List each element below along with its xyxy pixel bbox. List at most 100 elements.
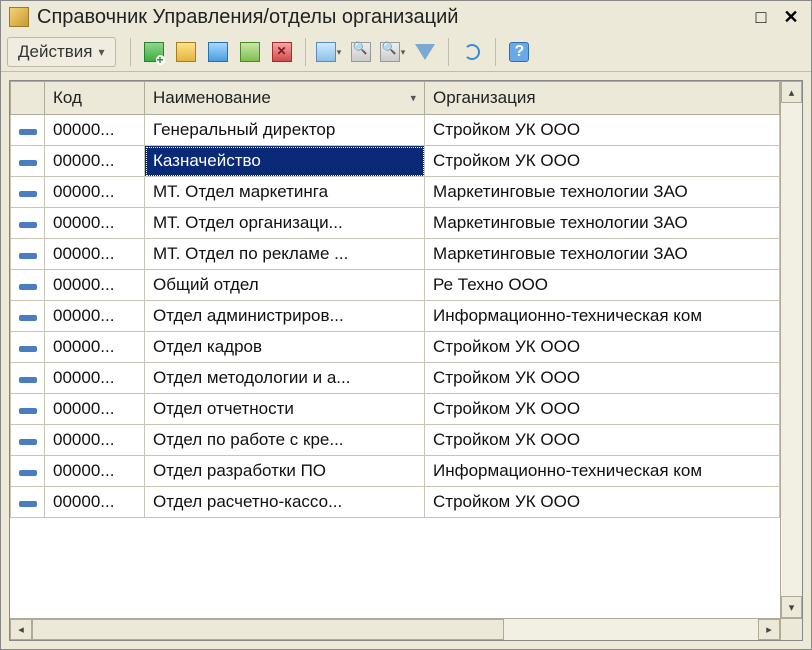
refresh-button[interactable]	[457, 37, 487, 67]
table-row[interactable]: 00000...Отдел расчетно-кассо...Стройком …	[11, 487, 780, 518]
row-icon-cell	[11, 177, 45, 208]
table-header-row: Код Наименование▾ Организация	[11, 82, 780, 115]
cell-code[interactable]: 00000...	[45, 363, 145, 394]
delete-button[interactable]	[267, 37, 297, 67]
help-button[interactable]	[504, 37, 534, 67]
cell-name[interactable]: Отдел расчетно-кассо...	[145, 487, 425, 518]
table-row[interactable]: 00000...Отдел отчетностиСтройком УК ООО	[11, 394, 780, 425]
table-row[interactable]: 00000...Отдел кадровСтройком УК ООО	[11, 332, 780, 363]
scroll-corner	[780, 619, 802, 640]
cell-org[interactable]: Маркетинговые технологии ЗАО	[425, 239, 780, 270]
scroll-down-button[interactable]: ▾	[781, 596, 802, 618]
cell-org[interactable]: Стройком УК ООО	[425, 115, 780, 146]
go-button[interactable]: ▾	[378, 37, 408, 67]
cell-org[interactable]: Информационно-техническая ком	[425, 456, 780, 487]
scroll-right-button[interactable]: ▸	[758, 619, 780, 640]
refresh-icon	[464, 44, 480, 60]
cell-code[interactable]: 00000...	[45, 208, 145, 239]
actions-menu-button[interactable]: Действия ▾	[7, 37, 116, 67]
item-icon	[19, 501, 37, 507]
cell-code[interactable]: 00000...	[45, 456, 145, 487]
data-grid: Код Наименование▾ Организация 00000...Ге…	[9, 80, 803, 641]
table-row[interactable]: 00000...КазначействоСтройком УК ООО	[11, 146, 780, 177]
scroll-track[interactable]	[32, 619, 758, 640]
table-row[interactable]: 00000...Общий отделРе Техно ООО	[11, 270, 780, 301]
hierarchy-button[interactable]: ▾	[314, 37, 344, 67]
table-row[interactable]: 00000...Генеральный директорСтройком УК …	[11, 115, 780, 146]
header-org[interactable]: Организация	[425, 82, 780, 115]
cell-org[interactable]: Маркетинговые технологии ЗАО	[425, 177, 780, 208]
item-icon	[19, 222, 37, 228]
table: Код Наименование▾ Организация 00000...Ге…	[10, 81, 780, 518]
cell-org[interactable]: Стройком УК ООО	[425, 487, 780, 518]
add-icon	[144, 42, 164, 62]
cell-name[interactable]: Генеральный директор	[145, 115, 425, 146]
header-name[interactable]: Наименование▾	[145, 82, 425, 115]
separator	[130, 38, 131, 66]
table-row[interactable]: 00000...МТ. Отдел организаци...Маркетинг…	[11, 208, 780, 239]
edit-button[interactable]	[235, 37, 265, 67]
header-name-label: Наименование	[153, 88, 271, 107]
horizontal-scrollbar[interactable]: ◂ ▸	[10, 618, 802, 640]
table-row[interactable]: 00000...Отдел методологии и а...Стройком…	[11, 363, 780, 394]
table-row[interactable]: 00000...МТ. Отдел маркетингаМаркетинговы…	[11, 177, 780, 208]
cell-org[interactable]: Стройком УК ООО	[425, 146, 780, 177]
cell-name[interactable]: Отдел разработки ПО	[145, 456, 425, 487]
cell-name[interactable]: Отдел отчетности	[145, 394, 425, 425]
table-row[interactable]: 00000...МТ. Отдел по рекламе ...Маркетин…	[11, 239, 780, 270]
cell-org[interactable]: Стройком УК ООО	[425, 332, 780, 363]
maximize-button[interactable]: □	[749, 5, 773, 29]
cell-name[interactable]: Отдел кадров	[145, 332, 425, 363]
cell-code[interactable]: 00000...	[45, 177, 145, 208]
app-icon	[9, 7, 29, 27]
tree-icon	[316, 42, 336, 62]
actions-label: Действия	[18, 42, 92, 62]
table-row[interactable]: 00000...Отдел разработки ПОИнформационно…	[11, 456, 780, 487]
cell-code[interactable]: 00000...	[45, 332, 145, 363]
cell-org[interactable]: Маркетинговые технологии ЗАО	[425, 208, 780, 239]
cell-code[interactable]: 00000...	[45, 301, 145, 332]
cell-code[interactable]: 00000...	[45, 270, 145, 301]
cell-name[interactable]: Отдел по работе с кре...	[145, 425, 425, 456]
toolbar: Действия ▾ ▾ ▾	[1, 33, 811, 72]
add-group-button[interactable]	[171, 37, 201, 67]
chevron-down-icon: ▾	[337, 47, 342, 58]
cell-code[interactable]: 00000...	[45, 115, 145, 146]
cell-org[interactable]: Информационно-техническая ком	[425, 301, 780, 332]
cell-code[interactable]: 00000...	[45, 425, 145, 456]
cell-name[interactable]: МТ. Отдел организаци...	[145, 208, 425, 239]
row-icon-cell	[11, 208, 45, 239]
header-icon[interactable]	[11, 82, 45, 115]
cell-org[interactable]: Стройком УК ООО	[425, 363, 780, 394]
cell-org[interactable]: Ре Техно ООО	[425, 270, 780, 301]
scroll-track[interactable]	[781, 103, 802, 596]
cell-code[interactable]: 00000...	[45, 394, 145, 425]
cell-name[interactable]: Казначейство	[145, 146, 425, 177]
item-icon	[19, 315, 37, 321]
table-row[interactable]: 00000...Отдел администриров...Информацио…	[11, 301, 780, 332]
copy-button[interactable]	[203, 37, 233, 67]
cell-org[interactable]: Стройком УК ООО	[425, 394, 780, 425]
add-button[interactable]	[139, 37, 169, 67]
scroll-up-button[interactable]: ▴	[781, 81, 802, 103]
cell-code[interactable]: 00000...	[45, 146, 145, 177]
filter-button[interactable]	[410, 37, 440, 67]
header-code[interactable]: Код	[45, 82, 145, 115]
close-button[interactable]: ✕	[779, 5, 803, 29]
cell-org[interactable]: Стройком УК ООО	[425, 425, 780, 456]
cell-name[interactable]: Отдел методологии и а...	[145, 363, 425, 394]
move-button[interactable]	[346, 37, 376, 67]
scroll-thumb[interactable]	[32, 619, 504, 640]
cell-name[interactable]: МТ. Отдел маркетинга	[145, 177, 425, 208]
cell-name[interactable]: Отдел администриров...	[145, 301, 425, 332]
item-icon	[19, 439, 37, 445]
table-row[interactable]: 00000...Отдел по работе с кре...Стройком…	[11, 425, 780, 456]
item-icon	[19, 470, 37, 476]
cell-name[interactable]: МТ. Отдел по рекламе ...	[145, 239, 425, 270]
row-icon-cell	[11, 332, 45, 363]
cell-code[interactable]: 00000...	[45, 487, 145, 518]
cell-code[interactable]: 00000...	[45, 239, 145, 270]
cell-name[interactable]: Общий отдел	[145, 270, 425, 301]
vertical-scrollbar[interactable]: ▴ ▾	[780, 81, 802, 618]
scroll-left-button[interactable]: ◂	[10, 619, 32, 640]
